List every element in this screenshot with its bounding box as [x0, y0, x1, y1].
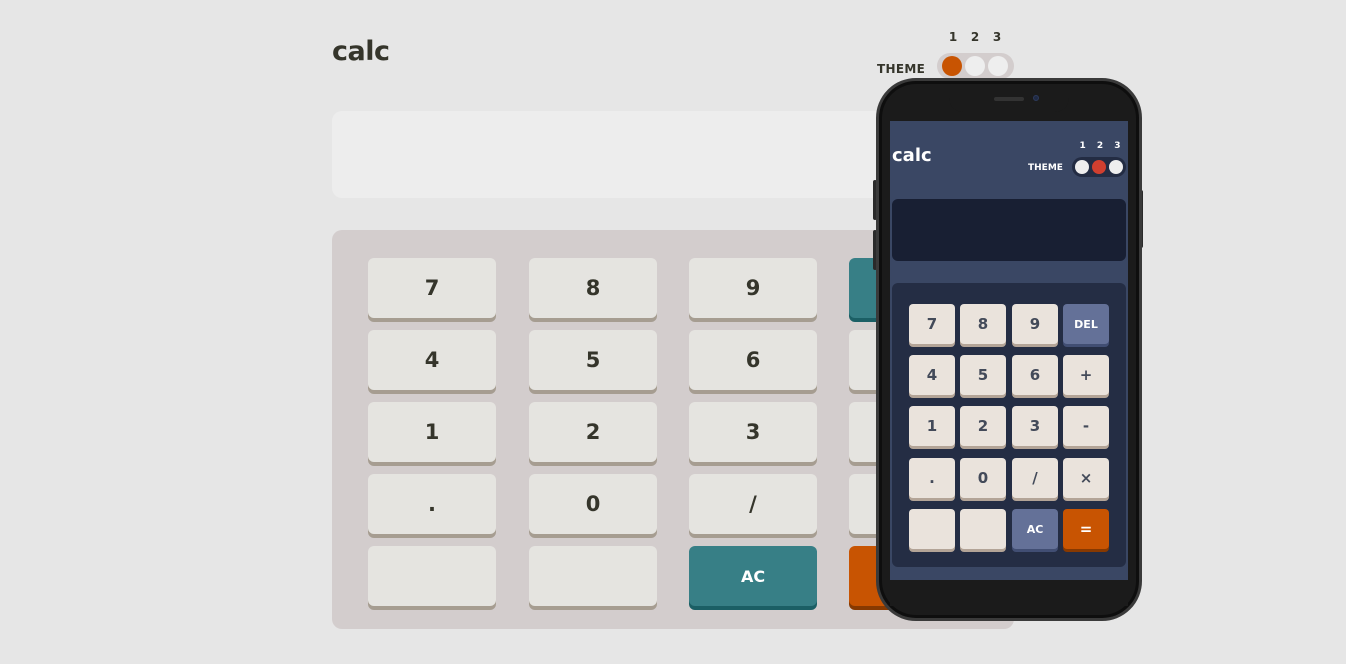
phone-theme-number-3: 3	[1114, 141, 1121, 151]
phone-key-plus[interactable]: +	[1063, 355, 1109, 395]
phone-calculator-display	[892, 199, 1126, 261]
key-6[interactable]: 6	[689, 330, 817, 390]
phone-key-0[interactable]: 0	[960, 458, 1006, 498]
phone-key-5[interactable]: 5	[960, 355, 1006, 395]
phone-theme-toggle[interactable]	[1072, 157, 1126, 177]
phone-key-8[interactable]: 8	[960, 304, 1006, 344]
phone-keypad: 7 8 9 DEL 4 5 6 +1 2 3-. 0/× AC =	[892, 283, 1126, 567]
key-3[interactable]: 3	[689, 402, 817, 462]
phone-theme-number-2: 2	[1096, 141, 1104, 151]
phone-camera	[1033, 95, 1039, 101]
phone-key-7[interactable]: 7	[909, 304, 955, 344]
key-2[interactable]: 2	[529, 402, 657, 462]
theme-number-1: 1	[948, 30, 958, 44]
phone-key-4[interactable]: 4	[909, 355, 955, 395]
key-9[interactable]: 9	[689, 258, 817, 318]
key-blank-16[interactable]	[368, 546, 496, 606]
phone-key-1[interactable]: 1	[909, 406, 955, 446]
phone-theme-numbers: 1 2 3	[1074, 141, 1126, 151]
phone-key-6[interactable]: 6	[1012, 355, 1058, 395]
phone-notch	[949, 92, 1069, 112]
theme-toggle[interactable]	[937, 53, 1014, 79]
phone-bottom-bezel	[890, 580, 1128, 606]
key-divide[interactable]: /	[689, 474, 817, 534]
phone-theme-toggle-option-1[interactable]	[1075, 160, 1089, 174]
theme-number-3: 3	[992, 30, 1002, 44]
theme-toggle-option-3[interactable]	[988, 56, 1008, 76]
phone-key-blank-16[interactable]	[909, 509, 955, 549]
phone-key-decimal[interactable]: .	[909, 458, 955, 498]
phone-key-divide[interactable]: /	[1012, 458, 1058, 498]
phone-key-9[interactable]: 9	[1012, 304, 1058, 344]
key-5[interactable]: 5	[529, 330, 657, 390]
phone-key-equals[interactable]: =	[1063, 509, 1109, 549]
phone-app-title: calc	[892, 145, 932, 166]
phone-key-minus[interactable]: -	[1063, 406, 1109, 446]
key-blank-17[interactable]	[529, 546, 657, 606]
phone-key-multiply[interactable]: ×	[1063, 458, 1109, 498]
phone-key-3[interactable]: 3	[1012, 406, 1058, 446]
app-title: calc	[332, 36, 390, 67]
phone-theme-toggle-option-3[interactable]	[1109, 160, 1123, 174]
phone-screen: calc 1 2 3 THEME 7 8 9 DEL 4 5 6 +1 2 3-. 0/× AC =	[890, 121, 1128, 580]
key-1[interactable]: 1	[368, 402, 496, 462]
theme-toggle-option-1[interactable]	[942, 56, 962, 76]
key-0[interactable]: 0	[529, 474, 657, 534]
key-7[interactable]: 7	[368, 258, 496, 318]
theme-toggle-option-2[interactable]	[965, 56, 985, 76]
key-4[interactable]: 4	[368, 330, 496, 390]
phone-theme-toggle-option-2[interactable]	[1092, 160, 1106, 174]
phone-key-blank-17[interactable]	[960, 509, 1006, 549]
phone-key-2[interactable]: 2	[960, 406, 1006, 446]
phone-theme-number-1: 1	[1079, 141, 1086, 151]
phone-key-ac[interactable]: AC	[1012, 509, 1058, 549]
theme-numbers: 1 2 3	[942, 30, 1008, 44]
key-ac[interactable]: AC	[689, 546, 817, 606]
key-8[interactable]: 8	[529, 258, 657, 318]
phone-theme-label: THEME	[1028, 163, 1063, 173]
phone-speaker	[994, 97, 1024, 101]
theme-label: THEME	[877, 62, 926, 76]
phone-key-del[interactable]: DEL	[1063, 304, 1109, 344]
theme-number-2: 2	[970, 30, 980, 44]
key-decimal[interactable]: .	[368, 474, 496, 534]
